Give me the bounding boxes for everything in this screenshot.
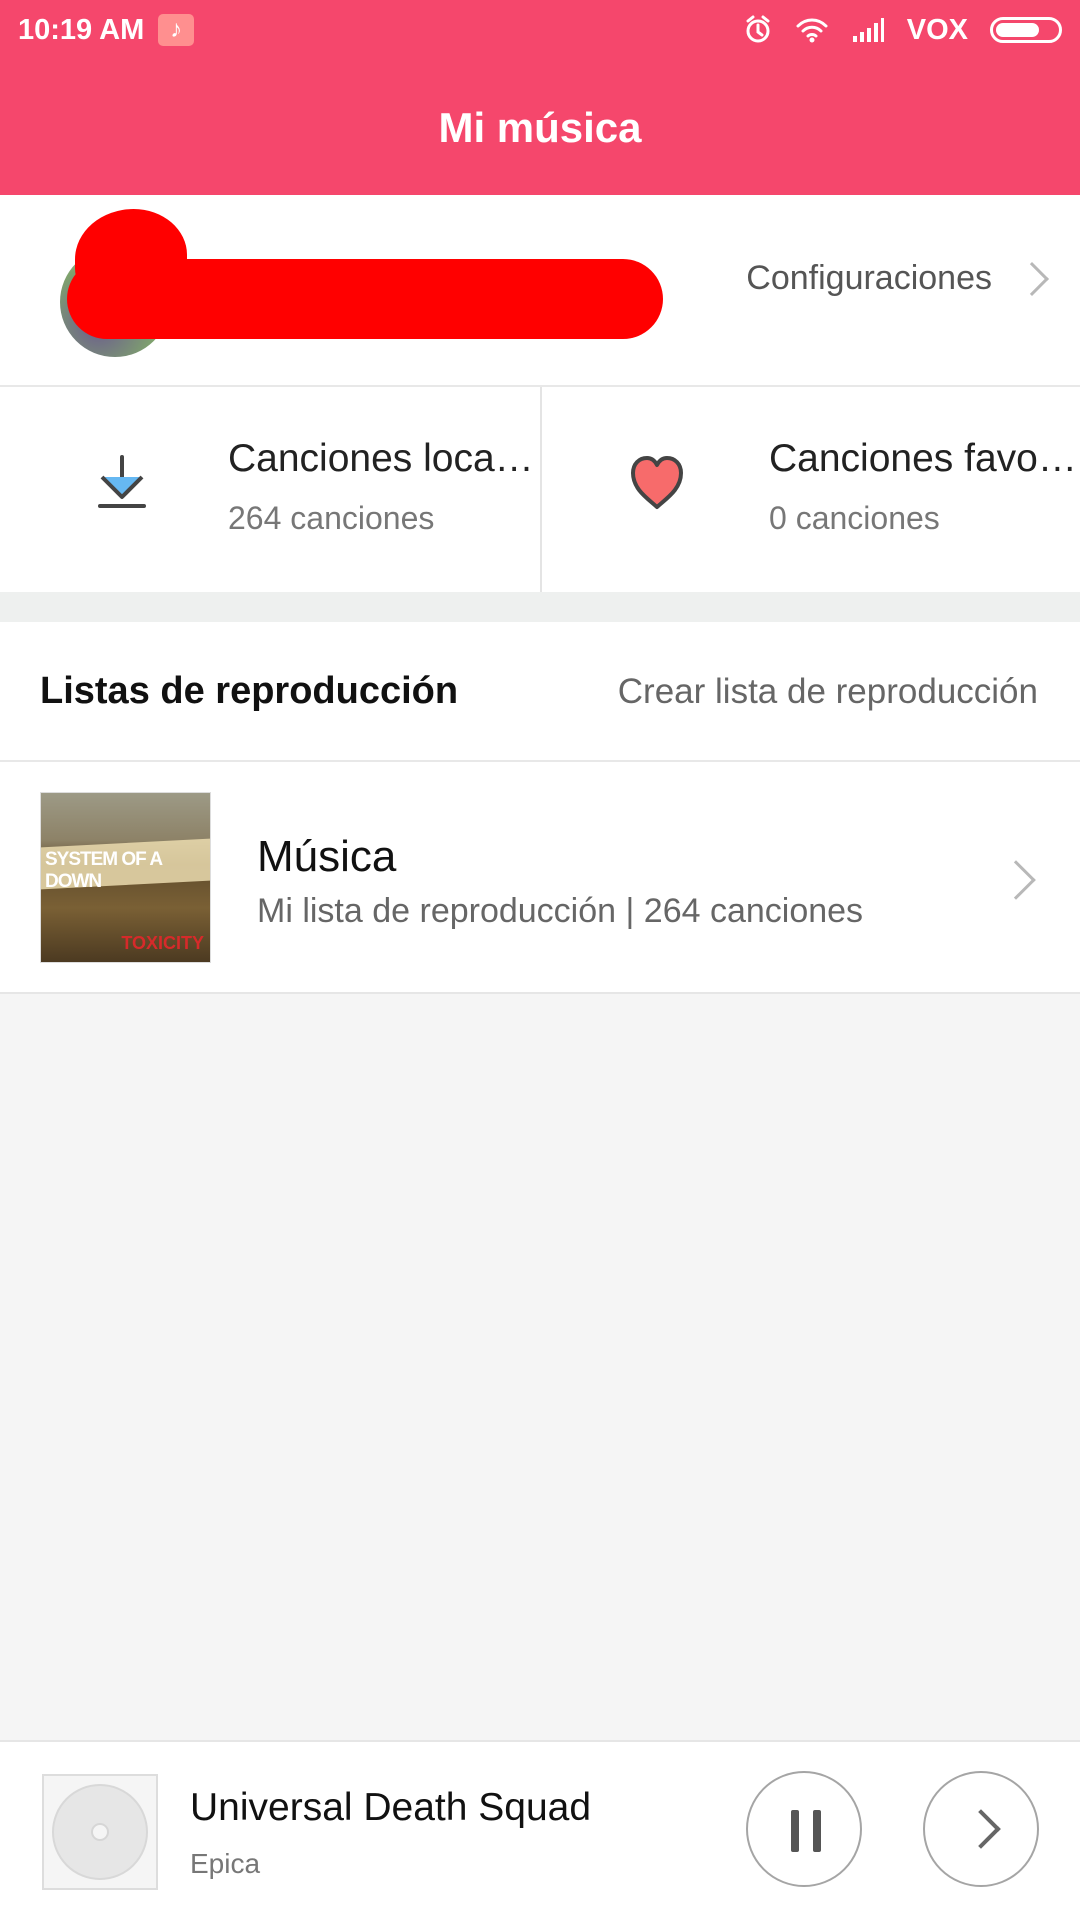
profile-row[interactable]: Configuraciones <box>0 195 1080 387</box>
chevron-right-icon <box>996 860 1036 900</box>
favorite-songs-count: 0 canciones <box>769 500 940 536</box>
playlist-item[interactable]: SYSTEM OF A DOWN TOXICITY Música Mi list… <box>0 762 1080 994</box>
app-screen: 10:19 AM ♪ VOX Mi música Configuraciones… <box>0 0 1080 1920</box>
next-icon <box>961 1809 1001 1849</box>
album-art-placeholder <box>42 1774 158 1890</box>
mini-player[interactable]: Universal Death Squad Epica <box>0 1740 1080 1920</box>
status-icons: VOX <box>743 0 1062 60</box>
download-icon <box>98 455 146 508</box>
wifi-icon <box>796 18 828 43</box>
carrier-label: VOX <box>906 13 968 46</box>
music-notification-icon: ♪ <box>158 14 195 46</box>
section-separator <box>0 592 1080 622</box>
status-bar: 10:19 AM ♪ VOX <box>0 0 1080 60</box>
status-time: 10:19 AM <box>18 13 145 46</box>
signal-icon <box>852 18 884 42</box>
settings-label: Configuraciones <box>746 259 992 297</box>
local-songs-card[interactable]: Canciones locales 264 canciones <box>0 387 540 592</box>
cover-art-subtitle: TOXICITY <box>121 933 204 953</box>
now-playing-title: Universal Death Squad <box>190 1786 592 1829</box>
pause-button[interactable] <box>746 1771 862 1887</box>
pause-icon <box>791 1810 821 1852</box>
chevron-right-icon <box>1015 261 1049 296</box>
now-playing-artist: Epica <box>190 1848 261 1879</box>
playlist-meta: Mi lista de reproducción | 264 canciones <box>257 892 864 930</box>
battery-icon <box>990 17 1062 43</box>
disc-icon <box>52 1784 148 1880</box>
create-playlist-button[interactable]: Crear lista de reproducción <box>618 672 1038 712</box>
favorite-songs-card[interactable]: Canciones favoritas 0 canciones <box>540 387 1080 592</box>
playlist-name: Música <box>257 832 397 881</box>
section-title: Listas de reproducción <box>40 670 459 712</box>
cover-art-text: SYSTEM OF A DOWN <box>45 849 162 892</box>
page-title: Mi música <box>438 103 642 151</box>
local-songs-title: Canciones locales <box>228 437 538 480</box>
library-shortcuts: Canciones locales 264 canciones Cancione… <box>0 387 1080 592</box>
alarm-icon <box>746 15 770 43</box>
heart-icon <box>631 456 683 509</box>
album-cover: SYSTEM OF A DOWN TOXICITY <box>40 792 211 963</box>
settings-link[interactable]: Configuraciones <box>746 259 1049 298</box>
app-bar: Mi música <box>0 60 1080 195</box>
playlists-header: Listas de reproducción Crear lista de re… <box>0 622 1080 762</box>
local-songs-count: 264 canciones <box>228 500 435 536</box>
redaction-mark <box>67 259 663 339</box>
favorite-songs-title: Canciones favoritas <box>769 437 1079 480</box>
next-button[interactable] <box>923 1771 1039 1887</box>
